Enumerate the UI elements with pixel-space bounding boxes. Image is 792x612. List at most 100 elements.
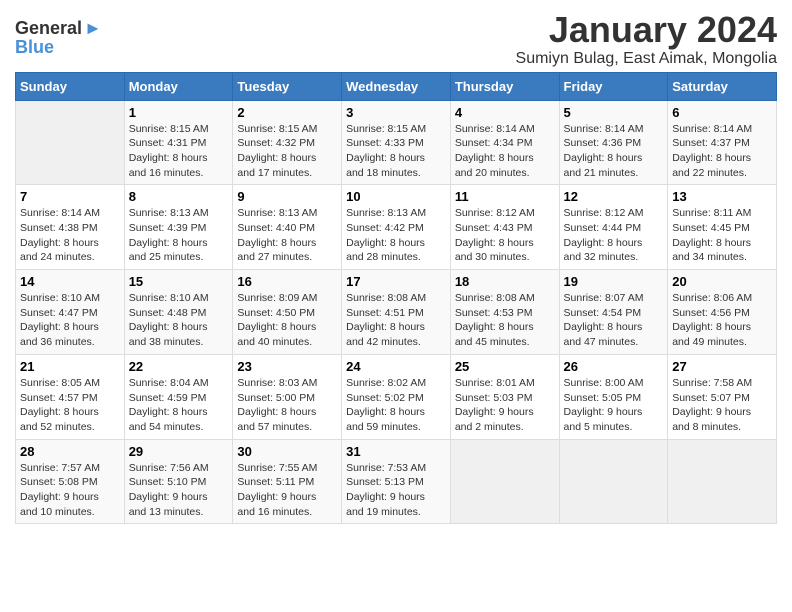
- calendar-header: SundayMondayTuesdayWednesdayThursdayFrid…: [16, 72, 777, 100]
- calendar-cell: 18 Sunrise: 8:08 AM Sunset: 4:53 PM Dayli…: [450, 270, 559, 355]
- cell-content: Sunrise: 7:57 AM Sunset: 5:08 PM Dayligh…: [20, 461, 120, 520]
- day-number: 9: [237, 189, 337, 204]
- title-area: January 2024 Sumiyn Bulag, East Aimak, M…: [516, 10, 777, 68]
- calendar-cell: 19Sunrise: 8:07 AM Sunset: 4:54 PM Dayli…: [559, 270, 668, 355]
- cell-content: Sunrise: 8:15 AM Sunset: 4:33 PM Dayligh…: [346, 122, 446, 181]
- calendar-cell: 22Sunrise: 8:04 AM Sunset: 4:59 PM Dayli…: [124, 354, 233, 439]
- cell-content: Sunrise: 8:11 AM Sunset: 4:45 PM Dayligh…: [672, 206, 772, 265]
- calendar-cell: 13 Sunrise: 8:11 AM Sunset: 4:45 PM Dayli…: [668, 185, 777, 270]
- day-header-sunday: Sunday: [16, 72, 125, 100]
- calendar-cell: 24Sunrise: 8:02 AM Sunset: 5:02 PM Dayli…: [342, 354, 451, 439]
- calendar-cell: [559, 439, 668, 524]
- calendar-week-5: 28 Sunrise: 7:57 AM Sunset: 5:08 PM Dayli…: [16, 439, 777, 524]
- calendar-cell: 5 Sunrise: 8:14 AM Sunset: 4:36 PM Daylig…: [559, 100, 668, 185]
- day-number: 8: [129, 189, 229, 204]
- cell-content: Sunrise: 8:15 AM Sunset: 4:32 PM Dayligh…: [237, 122, 337, 181]
- calendar-cell: 20 Sunrise: 8:06 AM Sunset: 4:56 PM Dayli…: [668, 270, 777, 355]
- cell-content: Sunrise: 8:02 AM Sunset: 5:02 PM Dayligh…: [346, 376, 446, 435]
- calendar-cell: 7 Sunrise: 8:14 AM Sunset: 4:38 PM Daylig…: [16, 185, 125, 270]
- cell-content: Sunrise: 8:01 AM Sunset: 5:03 PM Dayligh…: [455, 376, 555, 435]
- day-number: 27: [672, 359, 772, 374]
- calendar-cell: 6 Sunrise: 8:14 AM Sunset: 4:37 PM Daylig…: [668, 100, 777, 185]
- cell-content: Sunrise: 8:14 AM Sunset: 4:38 PM Dayligh…: [20, 206, 120, 265]
- calendar-cell: 21 Sunrise: 8:05 AM Sunset: 4:57 PM Dayli…: [16, 354, 125, 439]
- cell-content: Sunrise: 8:10 AM Sunset: 4:47 PM Dayligh…: [20, 291, 120, 350]
- day-number: 16: [237, 274, 337, 289]
- day-header-wednesday: Wednesday: [342, 72, 451, 100]
- day-number: 15: [129, 274, 229, 289]
- day-header-friday: Friday: [559, 72, 668, 100]
- calendar-cell: 27Sunrise: 7:58 AM Sunset: 5:07 PM Dayli…: [668, 354, 777, 439]
- logo-blue-text: Blue: [15, 37, 54, 58]
- calendar-cell: [668, 439, 777, 524]
- day-header-tuesday: Tuesday: [233, 72, 342, 100]
- day-number: 6: [672, 105, 772, 120]
- cell-content: Sunrise: 8:13 AM Sunset: 4:40 PM Dayligh…: [237, 206, 337, 265]
- day-number: 28: [20, 444, 120, 459]
- calendar-cell: 3 Sunrise: 8:15 AM Sunset: 4:33 PM Daylig…: [342, 100, 451, 185]
- calendar-week-4: 21 Sunrise: 8:05 AM Sunset: 4:57 PM Dayli…: [16, 354, 777, 439]
- day-number: 31: [346, 444, 446, 459]
- calendar-cell: 8Sunrise: 8:13 AM Sunset: 4:39 PM Daylig…: [124, 185, 233, 270]
- day-number: 23: [237, 359, 337, 374]
- day-number: 5: [564, 105, 664, 120]
- logo-general-text: General: [15, 18, 82, 39]
- calendar-table: SundayMondayTuesdayWednesdayThursdayFrid…: [15, 72, 777, 525]
- day-number: 1: [129, 105, 229, 120]
- day-number: 3: [346, 105, 446, 120]
- day-number: 11: [455, 189, 555, 204]
- day-number: 30: [237, 444, 337, 459]
- cell-content: Sunrise: 8:04 AM Sunset: 4:59 PM Dayligh…: [129, 376, 229, 435]
- calendar-cell: 2 Sunrise: 8:15 AM Sunset: 4:32 PM Daylig…: [233, 100, 342, 185]
- cell-content: Sunrise: 8:08 AM Sunset: 4:53 PM Dayligh…: [455, 291, 555, 350]
- calendar-cell: 26Sunrise: 8:00 AM Sunset: 5:05 PM Dayli…: [559, 354, 668, 439]
- cell-content: Sunrise: 8:10 AM Sunset: 4:48 PM Dayligh…: [129, 291, 229, 350]
- cell-content: Sunrise: 8:12 AM Sunset: 4:44 PM Dayligh…: [564, 206, 664, 265]
- day-number: 19: [564, 274, 664, 289]
- calendar-cell: 11 Sunrise: 8:12 AM Sunset: 4:43 PM Dayli…: [450, 185, 559, 270]
- day-number: 13: [672, 189, 772, 204]
- day-number: 12: [564, 189, 664, 204]
- day-number: 17: [346, 274, 446, 289]
- cell-content: Sunrise: 8:03 AM Sunset: 5:00 PM Dayligh…: [237, 376, 337, 435]
- cell-content: Sunrise: 8:08 AM Sunset: 4:51 PM Dayligh…: [346, 291, 446, 350]
- calendar-week-1: 1 Sunrise: 8:15 AM Sunset: 4:31 PM Daylig…: [16, 100, 777, 185]
- day-number: 21: [20, 359, 120, 374]
- calendar-cell: 23 Sunrise: 8:03 AM Sunset: 5:00 PM Dayli…: [233, 354, 342, 439]
- calendar-cell: 12 Sunrise: 8:12 AM Sunset: 4:44 PM Dayli…: [559, 185, 668, 270]
- cell-content: Sunrise: 8:05 AM Sunset: 4:57 PM Dayligh…: [20, 376, 120, 435]
- cell-content: Sunrise: 8:14 AM Sunset: 4:36 PM Dayligh…: [564, 122, 664, 181]
- cell-content: Sunrise: 8:14 AM Sunset: 4:37 PM Dayligh…: [672, 122, 772, 181]
- calendar-cell: [16, 100, 125, 185]
- calendar-cell: [450, 439, 559, 524]
- cell-content: Sunrise: 8:06 AM Sunset: 4:56 PM Dayligh…: [672, 291, 772, 350]
- cell-content: Sunrise: 8:13 AM Sunset: 4:42 PM Dayligh…: [346, 206, 446, 265]
- cell-content: Sunrise: 7:56 AM Sunset: 5:10 PM Dayligh…: [129, 461, 229, 520]
- calendar-cell: 4Sunrise: 8:14 AM Sunset: 4:34 PM Daylig…: [450, 100, 559, 185]
- logo: General ► Blue: [15, 18, 102, 58]
- calendar-cell: 31 Sunrise: 7:53 AM Sunset: 5:13 PM Dayli…: [342, 439, 451, 524]
- day-number: 14: [20, 274, 120, 289]
- calendar-cell: 15 Sunrise: 8:10 AM Sunset: 4:48 PM Dayli…: [124, 270, 233, 355]
- day-number: 2: [237, 105, 337, 120]
- day-number: 18: [455, 274, 555, 289]
- cell-content: Sunrise: 8:12 AM Sunset: 4:43 PM Dayligh…: [455, 206, 555, 265]
- calendar-week-3: 14 Sunrise: 8:10 AM Sunset: 4:47 PM Dayli…: [16, 270, 777, 355]
- calendar-body: 1 Sunrise: 8:15 AM Sunset: 4:31 PM Daylig…: [16, 100, 777, 524]
- day-number: 26: [564, 359, 664, 374]
- logo-triangle-icon: ►: [84, 18, 102, 39]
- days-row: SundayMondayTuesdayWednesdayThursdayFrid…: [16, 72, 777, 100]
- day-number: 7: [20, 189, 120, 204]
- calendar-cell: 30Sunrise: 7:55 AM Sunset: 5:11 PM Dayli…: [233, 439, 342, 524]
- day-number: 20: [672, 274, 772, 289]
- calendar-cell: 28 Sunrise: 7:57 AM Sunset: 5:08 PM Dayli…: [16, 439, 125, 524]
- calendar-cell: 25 Sunrise: 8:01 AM Sunset: 5:03 PM Dayli…: [450, 354, 559, 439]
- cell-content: Sunrise: 8:15 AM Sunset: 4:31 PM Dayligh…: [129, 122, 229, 181]
- calendar-week-2: 7 Sunrise: 8:14 AM Sunset: 4:38 PM Daylig…: [16, 185, 777, 270]
- month-title: January 2024: [516, 10, 777, 50]
- calendar-cell: 29Sunrise: 7:56 AM Sunset: 5:10 PM Dayli…: [124, 439, 233, 524]
- day-header-monday: Monday: [124, 72, 233, 100]
- cell-content: Sunrise: 7:53 AM Sunset: 5:13 PM Dayligh…: [346, 461, 446, 520]
- day-number: 25: [455, 359, 555, 374]
- day-number: 4: [455, 105, 555, 120]
